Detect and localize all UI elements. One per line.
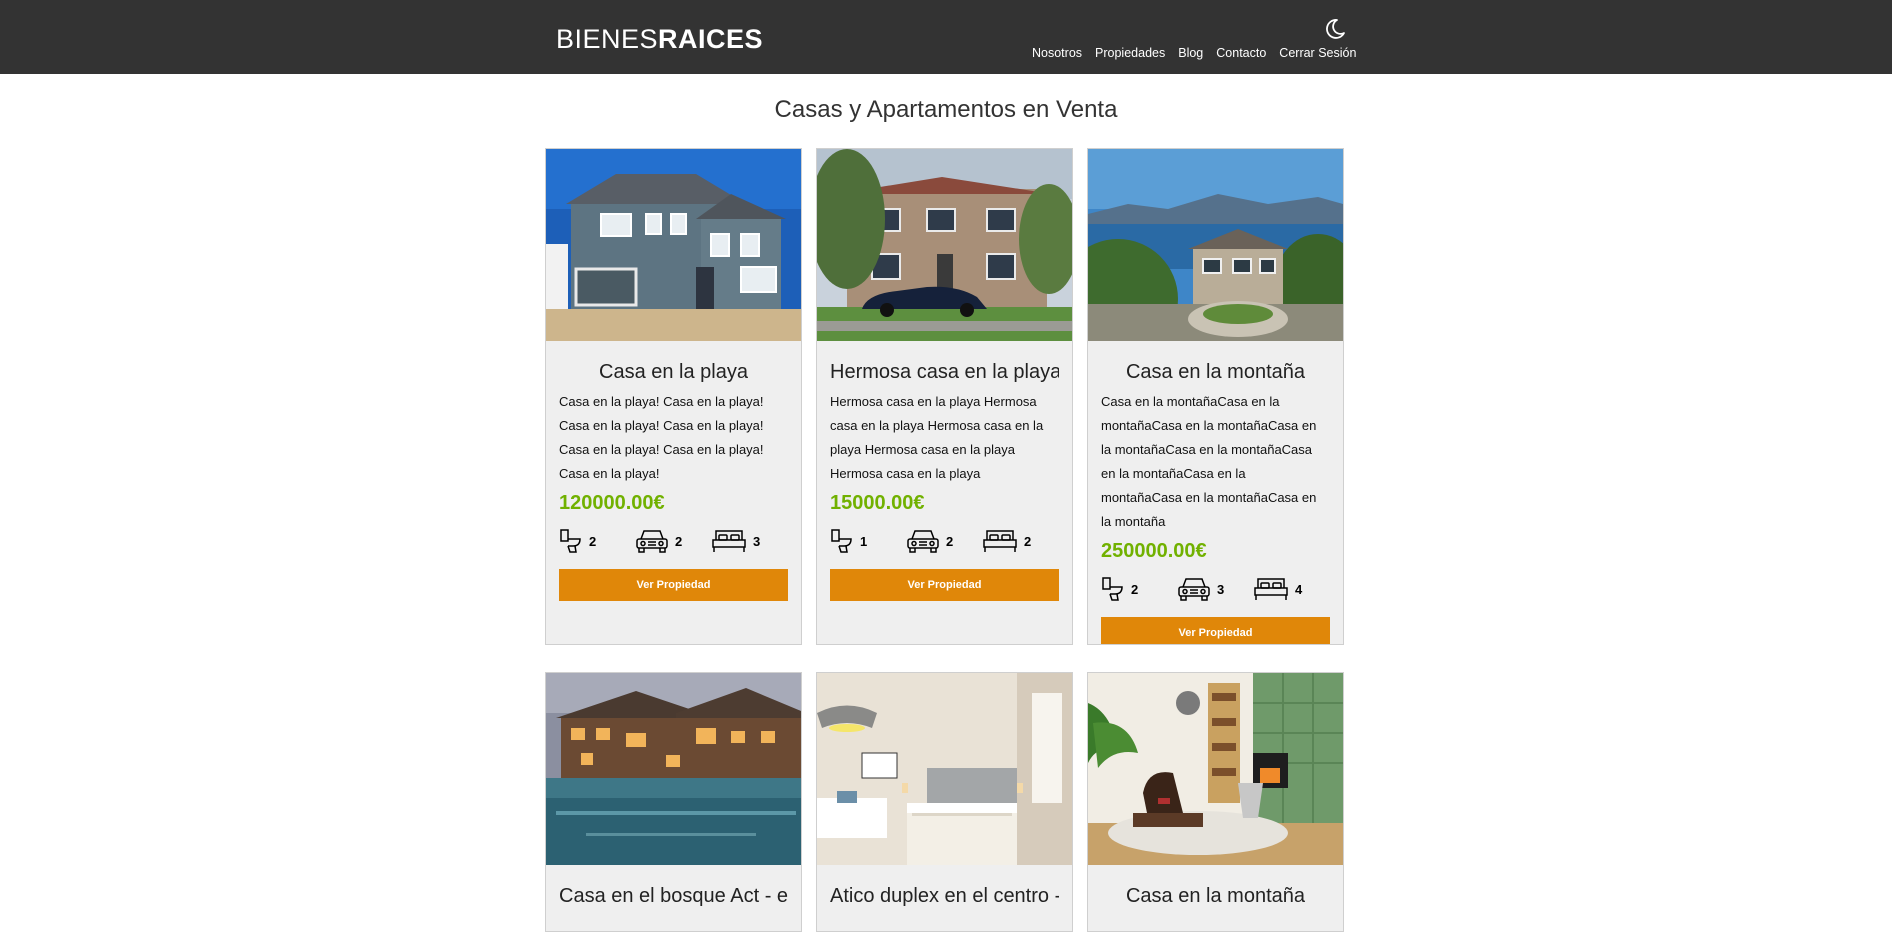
site-header: BIENESRAICES Nosotros Propiedades Blog C…	[0, 0, 1892, 74]
logo-text-light: BIENES	[556, 24, 659, 54]
property-description: Casa en la montañaCasa en la montañaCasa…	[1101, 394, 1317, 529]
property-price: 120000.00€	[559, 492, 665, 514]
property-title: Atico duplex en el centro --	[830, 885, 1059, 907]
property-card: Hermosa casa en la playa Hermosa casa en…	[816, 148, 1073, 645]
toilet-icon	[1102, 577, 1123, 601]
property-description: Casa en la playa! Casa en la playa! Casa…	[559, 394, 764, 481]
view-property-button[interactable]: Ver Propiedad	[559, 569, 788, 601]
baths-count: 2	[1131, 581, 1139, 597]
feature-rooms: 4	[1253, 576, 1329, 602]
feature-parking: 2	[635, 528, 711, 554]
card-body: Hermosa casa en la playa Hermosa casa en…	[817, 341, 1072, 601]
nav-link-contacto[interactable]: Contacto	[1216, 46, 1266, 60]
bed-icon	[712, 530, 746, 552]
property-card: Casa en el bosque Act - en	[545, 672, 802, 932]
bed-icon	[983, 530, 1017, 552]
property-title: Casa en el bosque Act - en	[559, 885, 788, 907]
property-image	[546, 673, 801, 865]
view-property-button[interactable]: Ver Propiedad	[1101, 617, 1330, 644]
property-price: 250000.00€	[1101, 540, 1207, 562]
property-card: Casa en la montaña Casa en la montañaCas…	[1087, 148, 1344, 645]
property-card: Atico duplex en el centro --	[816, 672, 1073, 932]
property-image	[817, 673, 1072, 865]
property-card: Casa en la playa Casa en la playa! Casa …	[545, 148, 802, 645]
parking-count: 2	[675, 533, 683, 549]
property-image	[1088, 673, 1343, 865]
card-body: Casa en el bosque Act - en	[546, 865, 801, 908]
nav-link-propiedades[interactable]: Propiedades	[1095, 46, 1165, 60]
card-body: Casa en la montaña Casa en la montañaCas…	[1088, 341, 1343, 644]
rooms-count: 3	[753, 533, 761, 549]
car-icon	[907, 530, 939, 553]
nav-link-blog[interactable]: Blog	[1178, 46, 1203, 60]
property-title: Casa en la montaña	[1125, 885, 1305, 907]
property-features: 2 3 4	[1101, 575, 1330, 603]
property-features: 2 2 3	[559, 527, 788, 555]
parking-count: 2	[946, 533, 954, 549]
page-title: Casas y Apartamentos en Venta	[774, 96, 1118, 123]
property-image	[1088, 149, 1343, 341]
property-image	[817, 149, 1072, 341]
feature-parking: 2	[906, 528, 982, 554]
car-icon	[1178, 578, 1210, 601]
rooms-count: 2	[1024, 533, 1032, 549]
baths-count: 2	[589, 533, 597, 549]
main-nav: Nosotros Propiedades Blog Contacto Cerra…	[1032, 46, 1356, 60]
nav-link-nosotros[interactable]: Nosotros	[1032, 46, 1082, 60]
feature-rooms: 3	[711, 528, 787, 554]
property-card: Casa en la montaña	[1087, 672, 1344, 932]
feature-baths: 1	[830, 528, 906, 554]
feature-baths: 2	[1101, 576, 1177, 602]
feature-rooms: 2	[982, 528, 1058, 554]
property-title: Hermosa casa en la playa	[830, 361, 1059, 383]
bed-icon	[1254, 578, 1288, 600]
property-description: Hermosa casa en la playa Hermosa casa en…	[830, 394, 1044, 481]
toilet-icon	[831, 529, 852, 553]
card-body: Atico duplex en el centro --	[817, 865, 1072, 908]
property-title: Casa en la montaña	[1125, 361, 1305, 383]
logo-text-bold: RAICES	[658, 24, 764, 54]
property-price: 15000.00€	[830, 492, 925, 514]
site-logo[interactable]: BIENESRAICES	[556, 24, 763, 55]
toilet-icon	[560, 529, 581, 553]
property-features: 1 2 2	[830, 527, 1059, 555]
car-icon	[636, 530, 668, 553]
card-body: Casa en la montaña	[1088, 865, 1343, 908]
nav-link-cerrar-sesion[interactable]: Cerrar Sesión	[1279, 46, 1356, 60]
property-image	[546, 149, 801, 341]
parking-count: 3	[1217, 581, 1225, 597]
feature-parking: 3	[1177, 576, 1253, 602]
property-title: Casa en la playa	[599, 361, 748, 383]
rooms-count: 4	[1295, 581, 1303, 597]
baths-count: 1	[860, 533, 868, 549]
card-body: Casa en la playa Casa en la playa! Casa …	[546, 341, 801, 601]
moon-icon[interactable]	[1324, 18, 1346, 40]
feature-baths: 2	[559, 528, 635, 554]
view-property-button[interactable]: Ver Propiedad	[830, 569, 1059, 601]
